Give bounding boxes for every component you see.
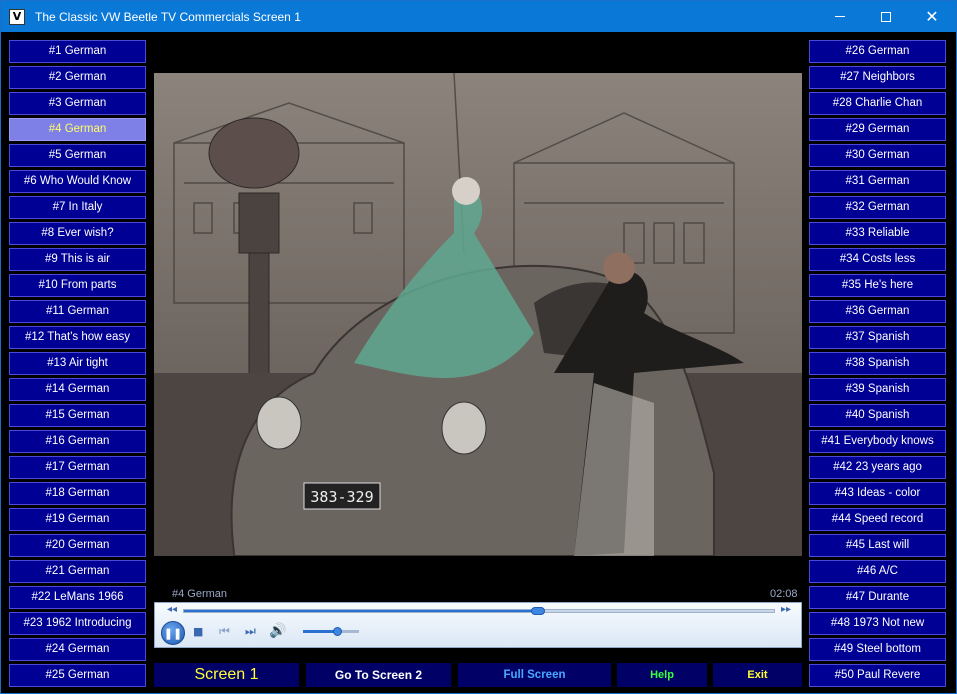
commercial-list-left: #1 German #2 German #3 German #4 German #5 G… bbox=[9, 40, 146, 690]
commercial-button[interactable]: #46 A/C bbox=[809, 560, 946, 583]
seek-progress bbox=[184, 610, 538, 612]
commercial-button[interactable]: #12 That's how easy bbox=[9, 326, 146, 349]
commercial-button[interactable]: #6 Who Would Know bbox=[9, 170, 146, 193]
commercial-button[interactable]: #3 German bbox=[9, 92, 146, 115]
close-button[interactable]: ✕ bbox=[909, 1, 955, 32]
video-still-image: 383-329 bbox=[154, 73, 802, 556]
commercial-button[interactable]: #16 German bbox=[9, 430, 146, 453]
commercial-button[interactable]: #39 Spanish bbox=[809, 378, 946, 401]
minimize-button[interactable] bbox=[817, 1, 863, 32]
go-to-screen-2-button[interactable]: Go To Screen 2 bbox=[306, 663, 451, 687]
commercial-button[interactable]: #48 1973 Not new bbox=[809, 612, 946, 635]
commercial-button[interactable]: #13 Air tight bbox=[9, 352, 146, 375]
seek-bar[interactable] bbox=[183, 607, 775, 615]
fast-forward-icon[interactable]: ▸▸ bbox=[781, 604, 791, 615]
commercial-button[interactable]: #4 German bbox=[9, 118, 146, 141]
commercial-button[interactable]: #37 Spanish bbox=[809, 326, 946, 349]
elapsed-time: 02:08 bbox=[770, 588, 798, 600]
window-title: The Classic VW Beetle TV Commercials Scr… bbox=[35, 9, 301, 24]
commercial-button[interactable]: #10 From parts bbox=[9, 274, 146, 297]
commercial-button[interactable]: #19 German bbox=[9, 508, 146, 531]
title-bar[interactable]: V The Classic VW Beetle TV Commercials S… bbox=[1, 1, 956, 32]
commercial-button[interactable]: #15 German bbox=[9, 404, 146, 427]
commercial-button[interactable]: #42 23 years ago bbox=[809, 456, 946, 479]
volume-level bbox=[303, 630, 337, 633]
maximize-button[interactable] bbox=[863, 1, 909, 32]
commercial-button[interactable]: #25 German bbox=[9, 664, 146, 687]
commercial-button[interactable]: #17 German bbox=[9, 456, 146, 479]
commercial-button[interactable]: #27 Neighbors bbox=[809, 66, 946, 89]
volume-thumb[interactable] bbox=[332, 627, 342, 636]
pause-button[interactable]: ❚❚ bbox=[161, 621, 185, 645]
vw-logo-icon: V bbox=[9, 8, 25, 25]
now-playing-caption: #4 German bbox=[172, 588, 228, 600]
exit-button[interactable]: Exit bbox=[713, 663, 802, 687]
commercial-button[interactable]: #30 German bbox=[809, 144, 946, 167]
commercial-button[interactable]: #9 This is air bbox=[9, 248, 146, 271]
commercial-button[interactable]: #2 German bbox=[9, 66, 146, 89]
commercial-button[interactable]: #45 Last will bbox=[809, 534, 946, 557]
commercial-button[interactable]: #50 Paul Revere bbox=[809, 664, 946, 687]
commercial-button[interactable]: #21 German bbox=[9, 560, 146, 583]
screen-indicator: Screen 1 bbox=[154, 663, 299, 687]
help-button[interactable]: Help bbox=[617, 663, 707, 687]
video-frame[interactable]: 383-329 bbox=[154, 73, 802, 556]
stop-button[interactable]: ■ bbox=[193, 625, 203, 638]
commercial-button[interactable]: #22 LeMans 1966 bbox=[9, 586, 146, 609]
seek-thumb[interactable] bbox=[531, 607, 545, 615]
commercial-button[interactable]: #29 German bbox=[809, 118, 946, 141]
rewind-icon[interactable]: ◂◂ bbox=[167, 604, 177, 615]
commercial-button[interactable]: #14 German bbox=[9, 378, 146, 401]
app-window: V The Classic VW Beetle TV Commercials S… bbox=[0, 0, 957, 694]
commercial-button[interactable]: #44 Speed record bbox=[809, 508, 946, 531]
commercial-button[interactable]: #41 Everybody knows bbox=[809, 430, 946, 453]
volume-slider[interactable] bbox=[303, 627, 359, 636]
commercial-button[interactable]: #33 Reliable bbox=[809, 222, 946, 245]
commercial-button[interactable]: #5 German bbox=[9, 144, 146, 167]
commercial-button[interactable]: #26 German bbox=[809, 40, 946, 63]
media-player-controls: ◂◂ ▸▸ ❚❚ ■ ⏮ ⏭ 🔊 bbox=[154, 602, 802, 648]
commercial-button[interactable]: #38 Spanish bbox=[809, 352, 946, 375]
minimize-icon bbox=[835, 16, 845, 17]
previous-button[interactable]: ⏮ bbox=[219, 624, 230, 639]
commercial-button[interactable]: #11 German bbox=[9, 300, 146, 323]
commercial-button[interactable]: #1 German bbox=[9, 40, 146, 63]
volume-icon[interactable]: 🔊 bbox=[269, 623, 286, 639]
commercial-button[interactable]: #31 German bbox=[809, 170, 946, 193]
commercial-button[interactable]: #40 Spanish bbox=[809, 404, 946, 427]
commercial-button[interactable]: #24 German bbox=[9, 638, 146, 661]
close-icon: ✕ bbox=[925, 7, 939, 26]
commercial-button[interactable]: #47 Durante bbox=[809, 586, 946, 609]
commercial-button[interactable]: #49 Steel bottom bbox=[809, 638, 946, 661]
commercial-button[interactable]: #34 Costs less bbox=[809, 248, 946, 271]
commercial-button[interactable]: #23 1962 Introducing bbox=[9, 612, 146, 635]
commercial-button[interactable]: #36 German bbox=[809, 300, 946, 323]
maximize-icon bbox=[881, 11, 891, 22]
commercial-button[interactable]: #32 German bbox=[809, 196, 946, 219]
commercial-button[interactable]: #35 He's here bbox=[809, 274, 946, 297]
pause-icon: ❚❚ bbox=[163, 627, 183, 640]
commercial-button[interactable]: #28 Charlie Chan bbox=[809, 92, 946, 115]
next-button[interactable]: ⏭ bbox=[245, 624, 256, 639]
commercial-list-right: #26 German #27 Neighbors #28 Charlie Chan #… bbox=[809, 40, 946, 690]
commercial-button[interactable]: #20 German bbox=[9, 534, 146, 557]
commercial-button[interactable]: #18 German bbox=[9, 482, 146, 505]
commercial-button[interactable]: #8 Ever wish? bbox=[9, 222, 146, 245]
license-plate-text: 383-329 bbox=[310, 488, 373, 506]
commercial-button[interactable]: #43 Ideas - color bbox=[809, 482, 946, 505]
full-screen-button[interactable]: Full Screen bbox=[458, 663, 611, 687]
commercial-button[interactable]: #7 In Italy bbox=[9, 196, 146, 219]
